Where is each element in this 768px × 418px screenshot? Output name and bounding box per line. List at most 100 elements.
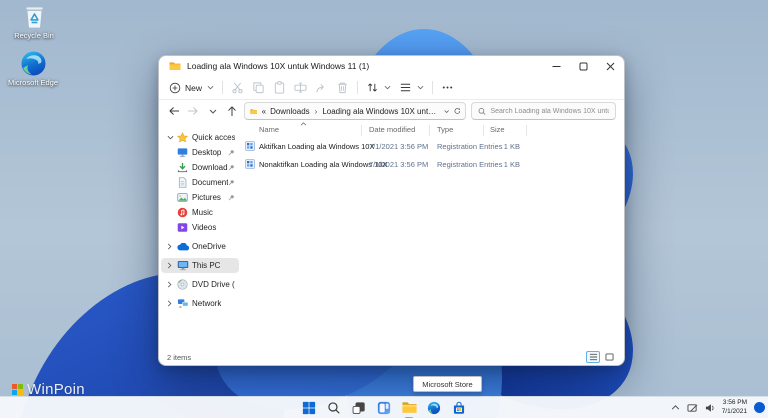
back-button[interactable] [167, 103, 181, 119]
chevron-expanded-icon[interactable] [167, 135, 176, 140]
toolbar-divider [222, 81, 224, 94]
column-header-type[interactable]: Type [437, 125, 453, 134]
start-icon [302, 401, 316, 414]
chevron-collapsed-icon[interactable] [167, 281, 176, 288]
microsoft-edge-button[interactable] [426, 400, 442, 416]
new-button[interactable]: New [169, 82, 214, 94]
dvd-drive-icon [176, 279, 189, 290]
up-arrow-icon [228, 106, 237, 116]
pen-settings-tray-icon[interactable] [687, 403, 698, 413]
column-divider[interactable] [429, 125, 430, 136]
view-button[interactable] [399, 81, 424, 94]
see-more-button[interactable] [441, 81, 454, 94]
tray-overflow-button[interactable] [671, 405, 680, 410]
sidebar-item-documents[interactable]: Documents [161, 175, 239, 190]
command-toolbar: New [159, 76, 624, 100]
share-button[interactable] [315, 81, 328, 94]
quick-access-star-icon [176, 132, 189, 143]
file-row[interactable]: Aktifkan Loading ala Windows 10X 7/1/202… [241, 138, 624, 156]
sidebar-item-videos[interactable]: Videos [161, 220, 239, 235]
speaker-icon [705, 403, 714, 412]
copy-button[interactable] [252, 81, 265, 94]
copy-icon [253, 82, 264, 94]
clock-date: 7/1/2021 [721, 407, 747, 415]
rename-button[interactable] [294, 81, 307, 94]
task-view-button[interactable] [351, 400, 367, 416]
close-button[interactable] [597, 56, 624, 76]
column-divider[interactable] [483, 125, 484, 136]
cut-button[interactable] [231, 81, 244, 94]
paste-button[interactable] [273, 81, 286, 94]
close-icon [606, 62, 615, 70]
share-icon [316, 84, 324, 93]
sidebar-item-music[interactable]: Music [161, 205, 239, 220]
navigation-pane: Quick access Desktop Downloads Documents… [159, 122, 241, 351]
pen-touch-icon [687, 403, 698, 412]
cut-icon [232, 82, 243, 94]
column-header-name[interactable]: Name [259, 125, 279, 134]
microsoft-store-button[interactable] [451, 400, 467, 416]
file-date-modified: 7/1/2021 3:56 PM [369, 160, 429, 169]
sidebar-item-pictures[interactable]: Pictures [161, 190, 239, 205]
volume-tray-icon[interactable] [705, 403, 715, 413]
sidebar-item-downloads[interactable]: Downloads [161, 160, 239, 175]
notification-badge[interactable] [754, 402, 765, 413]
minimize-button[interactable] [543, 56, 570, 76]
large-icons-view-button[interactable] [602, 351, 616, 363]
refresh-icon[interactable] [454, 106, 461, 116]
chevron-down-icon [384, 85, 391, 90]
breadcrumb-chevron-icon: › [314, 106, 318, 116]
forward-button[interactable] [186, 103, 200, 119]
clock[interactable]: 3:56 PM 7/1/2021 [722, 399, 747, 415]
search-button[interactable] [326, 400, 342, 416]
widgets-button[interactable] [376, 400, 392, 416]
window-titlebar[interactable]: Loading ala Windows 10X untuk Windows 11… [159, 56, 624, 76]
start-button[interactable] [301, 400, 317, 416]
address-bar[interactable]: « Downloads › Loading ala Windows 10X un… [244, 102, 467, 120]
desktop-icon-microsoft-edge[interactable]: Microsoft Edge [5, 50, 61, 88]
recent-locations-button[interactable] [206, 103, 220, 119]
breadcrumb-downloads[interactable]: Downloads [270, 107, 310, 116]
column-header-size[interactable]: Size [490, 125, 505, 134]
details-view-button[interactable] [586, 351, 600, 363]
sidebar-item-this-pc[interactable]: This PC [161, 258, 239, 273]
column-divider[interactable] [526, 125, 527, 136]
videos-folder-icon [176, 222, 189, 233]
search-box[interactable] [471, 102, 617, 120]
file-explorer-button[interactable] [401, 400, 417, 418]
sidebar-item-onedrive[interactable]: OneDrive [161, 239, 239, 254]
desktop-icon-recycle-bin[interactable]: Recycle Bin [6, 3, 62, 41]
sidebar-item-quick-access[interactable]: Quick access [161, 130, 239, 145]
sidebar-item-desktop[interactable]: Desktop [161, 145, 239, 160]
address-dropdown-chevron-icon[interactable] [444, 109, 450, 114]
task-view-icon [352, 401, 365, 414]
file-name[interactable]: Aktifkan Loading ala Windows 10X [259, 142, 375, 151]
column-divider[interactable] [361, 125, 362, 136]
desktop-icon-label: Recycle Bin [14, 31, 54, 40]
search-input[interactable] [490, 107, 610, 115]
sidebar-item-network[interactable]: Network [161, 296, 239, 311]
column-header-date-modified[interactable]: Date modified [369, 125, 415, 134]
delete-button[interactable] [336, 81, 349, 94]
chevron-collapsed-icon[interactable] [167, 243, 176, 250]
desktop-folder-icon [176, 147, 189, 158]
maximize-button[interactable] [570, 56, 597, 76]
up-button[interactable] [225, 103, 239, 119]
breadcrumb-overflow[interactable]: « [262, 107, 266, 116]
chevron-down-icon [417, 85, 424, 90]
file-row[interactable]: Nonaktifkan Loading ala Windows 10X 7/1/… [241, 156, 624, 174]
music-folder-icon [176, 207, 189, 218]
sort-button[interactable] [366, 81, 391, 94]
this-pc-icon [176, 260, 189, 271]
breadcrumb-current-folder[interactable]: Loading ala Windows 10X untuk Windows 11… [322, 107, 436, 116]
documents-folder-icon [176, 177, 189, 188]
chevron-collapsed-icon[interactable] [167, 262, 176, 269]
file-explorer-window: Loading ala Windows 10X untuk Windows 11… [158, 55, 625, 366]
toolbar-divider [357, 81, 359, 94]
item-count: 2 items [167, 352, 192, 362]
chevron-down-icon [207, 85, 214, 90]
chevron-collapsed-icon[interactable] [167, 300, 176, 307]
desktop: { "colors": { "accent": "#0f6cd6", "wall… [0, 0, 768, 418]
rename-icon [294, 82, 307, 93]
sidebar-item-dvd-drive[interactable]: DVD Drive (D:) CPRA [161, 277, 239, 292]
